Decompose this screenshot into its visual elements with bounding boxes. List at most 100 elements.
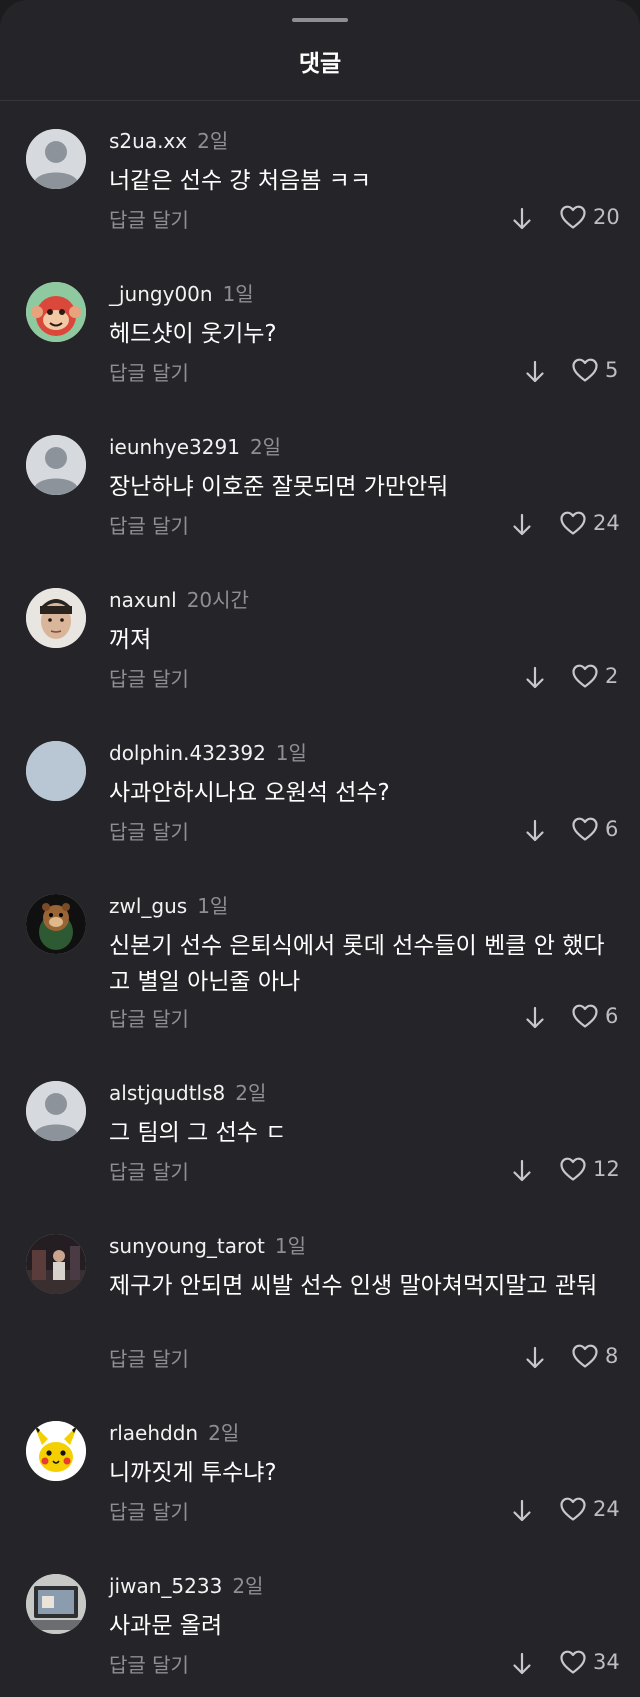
comment-meta: zwl_gus 1일 [109,890,228,919]
like-button[interactable]: 8 [571,1343,618,1369]
arrow-down-icon[interactable] [511,1652,533,1676]
avatar[interactable] [26,1421,86,1481]
arrow-down-icon[interactable] [524,666,546,690]
comment-username[interactable]: zwl_gus [109,894,187,918]
heart-outline-icon [571,1343,599,1369]
like-count: 20 [593,205,620,229]
avatar[interactable] [26,1081,86,1141]
comment-meta: jiwan_5233 2일 [109,1570,263,1599]
sheet-title: 댓글 [298,51,342,77]
comment-meta: sunyoung_tarot 1일 [109,1230,306,1259]
reply-button[interactable]: 답글 달기 [109,1156,189,1185]
heart-outline-icon [559,1496,587,1522]
avatar[interactable] [26,129,86,189]
monkey-avatar [26,282,86,342]
comment-item: jiwan_5233 2일 사과문 올려 답글 달기 34 [0,1546,640,1697]
comment-meta: _jungy00n 1일 [109,278,254,307]
comment-username[interactable]: _jungy00n [109,282,213,306]
like-button[interactable]: 12 [559,1156,620,1182]
avatar[interactable] [26,588,86,648]
heart-outline-icon [559,510,587,536]
reply-button[interactable]: 답글 달기 [109,510,189,539]
comment-username[interactable]: s2ua.xx [109,129,187,153]
comment-list[interactable]: s2ua.xx 2일 너같은 선수 걍 처음봄 ㅋㅋ 답글 달기 20 _jungy00n… [0,101,640,1697]
arrow-down-icon[interactable] [524,360,546,384]
like-button[interactable]: 6 [571,1003,618,1029]
like-button[interactable]: 5 [571,357,618,383]
blank-avatar [26,741,86,801]
reply-button[interactable]: 답글 달기 [109,1003,189,1032]
arrow-down-icon[interactable] [524,1346,546,1370]
comment-username[interactable]: rlaehddn [109,1421,198,1445]
avatar[interactable] [26,1234,86,1294]
comment-text: 그 팀의 그 선수 ㄷ [109,1120,287,1146]
comment-item: _jungy00n 1일 헤드샷이 웃기누? 답글 달기 5 [0,254,640,407]
comment-actions: 답글 달기 6 [0,1003,640,1033]
heart-outline-icon [571,357,599,383]
comment-username[interactable]: jiwan_5233 [109,1574,222,1598]
comment-item: alstjqudtls8 2일그 팀의 그 선수 ㄷ 답글 달기 12 [0,1053,640,1206]
comment-username[interactable]: alstjqudtls8 [109,1081,225,1105]
like-button[interactable]: 24 [559,510,620,536]
comment-actions: 답글 달기 20 [0,204,640,234]
reply-button[interactable]: 답글 달기 [109,1343,189,1372]
comment-item: ieunhye3291 2일 장난하냐 이호준 잘못되면 가만안둬 답글 달기 24 [0,407,640,560]
reply-button[interactable]: 답글 달기 [109,357,189,386]
comment-text: 제구가 안되면 씨발 선수 인생 말아쳐먹지말고 관둬 [109,1273,598,1299]
comment-meta: naxunl 20시간 [109,584,249,613]
arrow-down-icon[interactable] [524,819,546,843]
comment-username[interactable]: dolphin.432392 [109,741,266,765]
comment-actions: 답글 달기 2 [0,663,640,693]
arrow-down-icon[interactable] [524,1006,546,1030]
reply-button[interactable]: 답글 달기 [109,204,189,233]
comment-username[interactable]: sunyoung_tarot [109,1234,265,1258]
comment-meta: rlaehddn 2일 [109,1417,239,1446]
arrow-down-icon[interactable] [511,513,533,537]
arrow-down-icon[interactable] [511,1499,533,1523]
avatar[interactable] [26,282,86,342]
reply-button[interactable]: 답글 달기 [109,1496,189,1525]
arrow-down-icon[interactable] [511,1159,533,1183]
comment-text: 꺼져 [109,627,152,653]
arrow-down-icon[interactable] [511,207,533,231]
comment-meta: dolphin.432392 1일 [109,737,307,766]
avatar[interactable] [26,894,86,954]
comment-actions: 답글 달기 24 [0,1496,640,1526]
default-avatar [26,435,86,495]
like-count: 8 [605,1344,619,1368]
avatar[interactable] [26,435,86,495]
comment-actions: 답글 달기 12 [0,1156,640,1186]
like-button[interactable]: 2 [571,663,618,689]
like-button[interactable]: 24 [559,1496,620,1522]
comment-time: 1일 [197,894,229,918]
like-count: 5 [605,358,619,382]
like-count: 34 [593,1650,620,1674]
default-avatar [26,129,86,189]
comment-username[interactable]: naxunl [109,588,177,612]
like-count: 2 [605,664,619,688]
heart-outline-icon [559,1649,587,1675]
comment-time: 2일 [235,1081,267,1105]
comment-item: sunyoung_tarot 1일제구가 안되면 씨발 선수 인생 말아쳐먹지말고… [0,1206,640,1393]
like-count: 24 [593,1497,620,1521]
like-button[interactable]: 34 [559,1649,620,1675]
reply-button[interactable]: 답글 달기 [109,1649,189,1678]
reply-button[interactable]: 답글 달기 [109,663,189,692]
comment-item: s2ua.xx 2일 너같은 선수 걍 처음봄 ㅋㅋ 답글 달기 20 [0,101,640,254]
comment-text: 장난하냐 이호준 잘못되면 가만안둬 [109,474,449,500]
heart-outline-icon [571,816,599,842]
avatar[interactable] [26,1574,86,1634]
comment-item: rlaehddn 2일 니까짓게 투수냐? 답글 달기 24 [0,1393,640,1546]
comment-item: zwl_gus 1일 신본기 선수 은퇴식에서 롯데 선수들이 벤클 안 했다고 별… [0,866,640,1053]
like-button[interactable]: 6 [571,816,618,842]
comment-text: 사과안하시나요 오원석 선수? [109,780,390,806]
drag-handle[interactable] [292,18,348,22]
like-count: 24 [593,511,620,535]
heart-outline-icon [559,1156,587,1182]
like-button[interactable]: 20 [559,204,620,230]
comment-username[interactable]: ieunhye3291 [109,435,240,459]
comment-item: dolphin.432392 1일사과안하시나요 오원석 선수? 답글 달기 6 [0,713,640,866]
reply-button[interactable]: 답글 달기 [109,816,189,845]
avatar[interactable] [26,741,86,801]
comment-time: 2일 [208,1421,240,1445]
